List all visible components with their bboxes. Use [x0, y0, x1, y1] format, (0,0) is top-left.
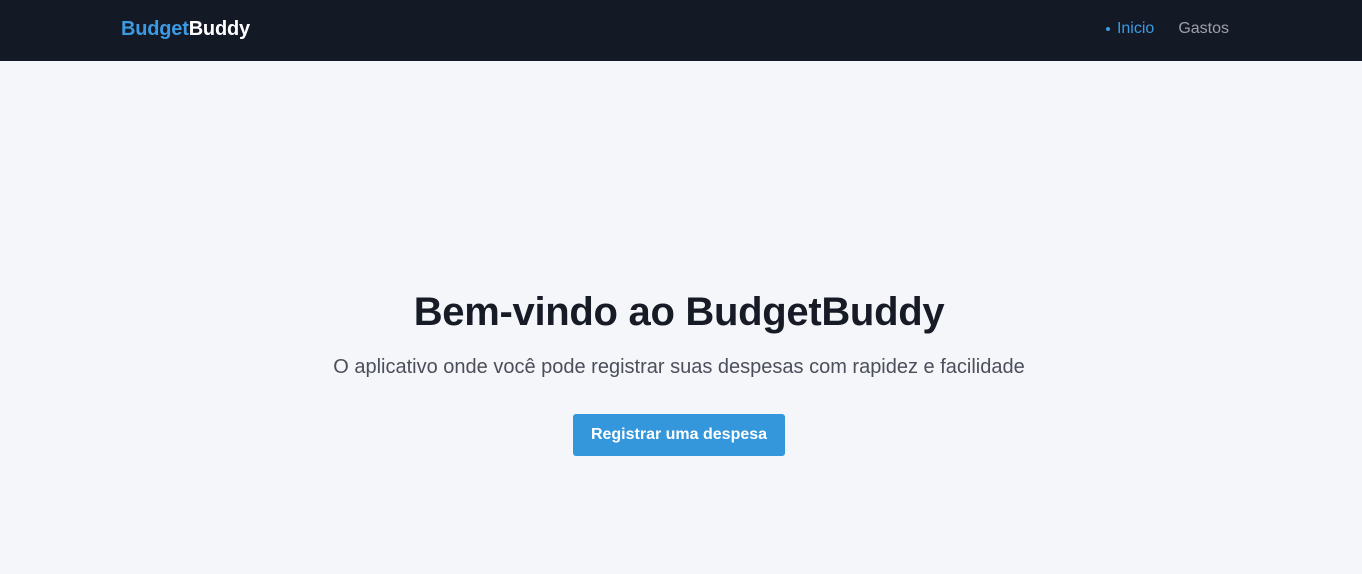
nav-link-inicio[interactable]: Inicio: [1105, 18, 1155, 40]
register-expense-button[interactable]: Registrar uma despesa: [573, 414, 785, 456]
hero-title: Bem-vindo ao BudgetBuddy: [413, 290, 945, 334]
brand-name-part-2: Buddy: [188, 18, 250, 40]
top-navbar: BudgetBuddy Inicio Gastos: [0, 0, 1362, 61]
hero-subtitle: O aplicativo onde você pode registrar su…: [333, 356, 1025, 378]
nav-link-gastos[interactable]: Gastos: [1178, 18, 1229, 40]
nav-links: Inicio Gastos: [1105, 18, 1229, 40]
brand-logo[interactable]: BudgetBuddy: [121, 16, 250, 42]
active-indicator-dot: [1105, 27, 1110, 31]
hero-section: Bem-vindo ao BudgetBuddy O aplicativo on…: [0, 61, 1362, 574]
nav-link-label: Gastos: [1178, 20, 1229, 37]
nav-link-label: Inicio: [1116, 20, 1155, 37]
brand-name-part-1: Budget: [121, 18, 189, 40]
